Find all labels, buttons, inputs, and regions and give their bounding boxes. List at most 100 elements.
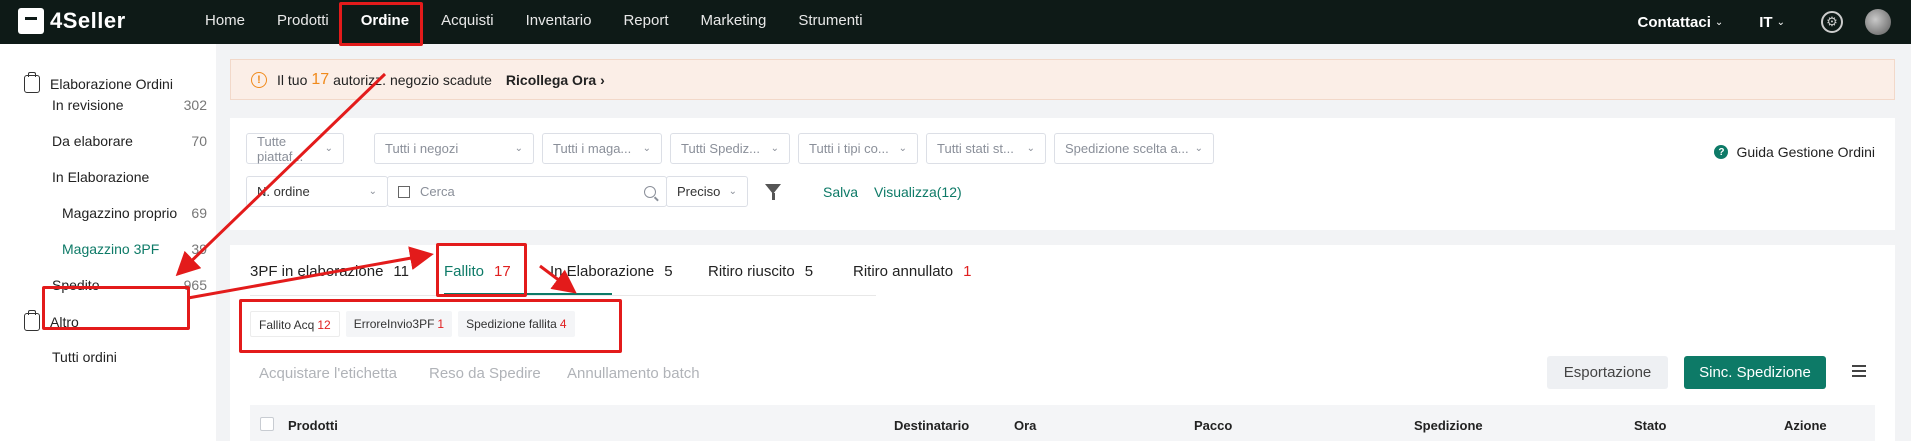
tab-fallito[interactable]: Fallito 17: [444, 263, 511, 280]
alert-text: autorizz. negozio scadute: [333, 71, 492, 88]
export-button[interactable]: Esportazione: [1547, 356, 1668, 389]
subtab-count: 4: [559, 317, 567, 331]
sidebar-item-count: 965: [183, 277, 207, 293]
select-value: Tutti i maga...: [553, 141, 632, 156]
sidebar-group-label: Altro: [50, 314, 79, 330]
chevron-down-icon: ⌄: [368, 186, 377, 197]
shipping-choice-select[interactable]: Spedizione scelta a... ⌄: [1054, 133, 1214, 164]
sidebar-item-label: Tutti ordini: [52, 349, 117, 365]
chevron-down-icon: ⌄: [514, 143, 523, 154]
chevron-down-icon: ⌄: [1776, 16, 1785, 28]
sidebar-group-elaborazione[interactable]: Elaborazione Ordini: [24, 72, 173, 93]
chevron-down-icon: ⌄: [324, 143, 333, 154]
reconnect-link[interactable]: Ricollega Ora ›: [506, 72, 605, 88]
nav-prodotti[interactable]: Prodotti: [261, 0, 345, 44]
language-label: IT: [1759, 13, 1773, 31]
batch-cancel-button[interactable]: Annullamento batch: [567, 365, 700, 382]
match-select[interactable]: Preciso ⌄: [666, 176, 748, 207]
app-logo[interactable]: 4Seller: [18, 8, 126, 34]
logo-bag-icon: [18, 8, 44, 34]
tabs-divider: [250, 295, 876, 296]
chevron-down-icon: ⌄: [381, 12, 389, 22]
language-menu[interactable]: IT ⌄: [1759, 14, 1785, 31]
nav-acquisti[interactable]: Acquisti: [425, 0, 510, 44]
sidebar-item-count: 70: [191, 133, 207, 149]
tab-3pf-in-elaborazione[interactable]: 3PF in elaborazione 11: [250, 263, 409, 280]
shipping-select[interactable]: Tutti Spediz... ⌄: [670, 133, 790, 164]
chevron-down-icon: ⌄: [642, 143, 651, 154]
tab-label: Fallito: [444, 263, 485, 280]
chevron-down-icon: ⌄: [1026, 143, 1035, 154]
subtab-errore-invio[interactable]: ErroreInvio3PF 1: [345, 311, 453, 337]
sidebar-item-magazzino-3pf[interactable]: Magazzino 3PF 39: [62, 241, 207, 257]
column-header: Azione: [1784, 418, 1827, 433]
chevron-right-icon: ›: [600, 71, 605, 88]
contact-menu[interactable]: Contattaci ⌄: [1638, 14, 1724, 31]
sidebar-item-tutti-ordini[interactable]: Tutti ordini: [52, 349, 207, 365]
nav-report[interactable]: Report: [607, 0, 684, 44]
save-filter-link[interactable]: Salva: [823, 184, 858, 200]
type-select[interactable]: Tutti i tipi co... ⌄: [798, 133, 918, 164]
warehouse-select[interactable]: Tutti i maga... ⌄: [542, 133, 662, 164]
platform-select[interactable]: Tutte piattaf... ⌄: [246, 133, 344, 164]
sidebar-item-label: In Elaborazione: [52, 169, 150, 185]
nav-strumenti[interactable]: Strumenti: [782, 0, 878, 44]
tab-ritiro-riuscito[interactable]: Ritiro riuscito 5: [708, 263, 813, 280]
tab-label: Ritiro riuscito: [708, 263, 795, 280]
column-settings-icon[interactable]: [1852, 365, 1866, 377]
sidebar-item-label: Da elaborare: [52, 133, 133, 149]
select-value: N. ordine: [257, 184, 310, 199]
nav-ordine[interactable]: Ordine ⌄: [345, 0, 425, 44]
column-header: Prodotti: [288, 418, 338, 433]
tab-ritiro-annullato[interactable]: Ritiro annullato 1: [853, 263, 971, 280]
filter-panel: Tutte piattaf... ⌄ Tutti i negozi ⌄ Tutti …: [230, 118, 1895, 230]
sidebar-group-altro[interactable]: Altro: [24, 310, 79, 331]
status-select[interactable]: Tutti stati st... ⌄: [926, 133, 1046, 164]
chevron-down-icon: ⌄: [1194, 143, 1203, 154]
app-name: 4Seller: [50, 8, 126, 33]
sidebar-item-in-elaborazione[interactable]: In Elaborazione: [52, 169, 207, 185]
subtab-count: 12: [317, 318, 331, 332]
nav-home[interactable]: Home: [189, 0, 261, 44]
column-header: Stato: [1634, 418, 1667, 433]
shop-select[interactable]: Tutti i negozi ⌄: [374, 133, 534, 164]
subtab-fallito-acq[interactable]: Fallito Acq 12: [250, 311, 340, 337]
select-all-checkbox[interactable]: [260, 417, 274, 431]
main-nav: Home Prodotti Ordine ⌄ Acquisti Inventar…: [189, 0, 879, 44]
gear-icon[interactable]: ⚙: [1821, 11, 1843, 33]
sidebar-item-in-revisione[interactable]: In revisione 302: [52, 97, 207, 113]
alert-prefix: Il tuo: [277, 71, 308, 88]
top-right-controls: Contattaci ⌄ IT ⌄ ⚙: [1638, 0, 1911, 44]
tab-count: 5: [664, 263, 673, 280]
sidebar-item-magazzino-proprio[interactable]: Magazzino proprio 69: [62, 205, 207, 221]
return-button[interactable]: Reso da Spedire: [429, 365, 541, 382]
sidebar-item-label: Magazzino proprio: [62, 205, 178, 221]
search-icon[interactable]: [644, 185, 656, 198]
subtab-label: Spedizione fallita: [466, 317, 557, 331]
select-value: Tutti i negozi: [385, 141, 459, 156]
table-header: Prodotti Destinatario Ora Pacco Spedizio…: [250, 405, 1875, 441]
tab-in-elaborazione[interactable]: In Elaborazione 5: [550, 263, 673, 280]
search-input[interactable]: Cerca: [387, 176, 667, 207]
search-placeholder: Cerca: [420, 184, 455, 199]
sidebar-item-spedito[interactable]: Spedito 965: [52, 277, 207, 293]
reconnect-label: Ricollega Ora: [505, 71, 597, 88]
select-value: Spedizione scelta a...: [1065, 141, 1189, 156]
tab-label: 3PF in elaborazione: [250, 263, 384, 280]
sync-shipping-button[interactable]: Sinc. Spedizione: [1684, 356, 1826, 389]
select-value: Tutte piattaf...: [257, 133, 304, 164]
filter-icon[interactable]: [765, 184, 781, 200]
view-filters-link[interactable]: Visualizza(12): [874, 184, 962, 200]
active-tab-indicator: [444, 293, 612, 295]
sidebar-item-da-elaborare[interactable]: Da elaborare 70: [52, 133, 207, 149]
contact-label: Contattaci: [1637, 13, 1711, 31]
order-field-select[interactable]: N. ordine ⌄: [246, 176, 388, 207]
warning-icon: !: [251, 71, 267, 88]
buy-label-button[interactable]: Acquistare l'etichetta: [259, 365, 397, 382]
nav-marketing[interactable]: Marketing: [685, 0, 783, 44]
nav-inventario[interactable]: Inventario: [510, 0, 608, 44]
guide-label: Guida Gestione Ordini: [1736, 144, 1875, 160]
avatar[interactable]: [1865, 9, 1891, 35]
order-guide-link[interactable]: ? Guida Gestione Ordini: [1714, 144, 1875, 160]
subtab-spedizione-fallita[interactable]: Spedizione fallita 4: [458, 311, 575, 337]
